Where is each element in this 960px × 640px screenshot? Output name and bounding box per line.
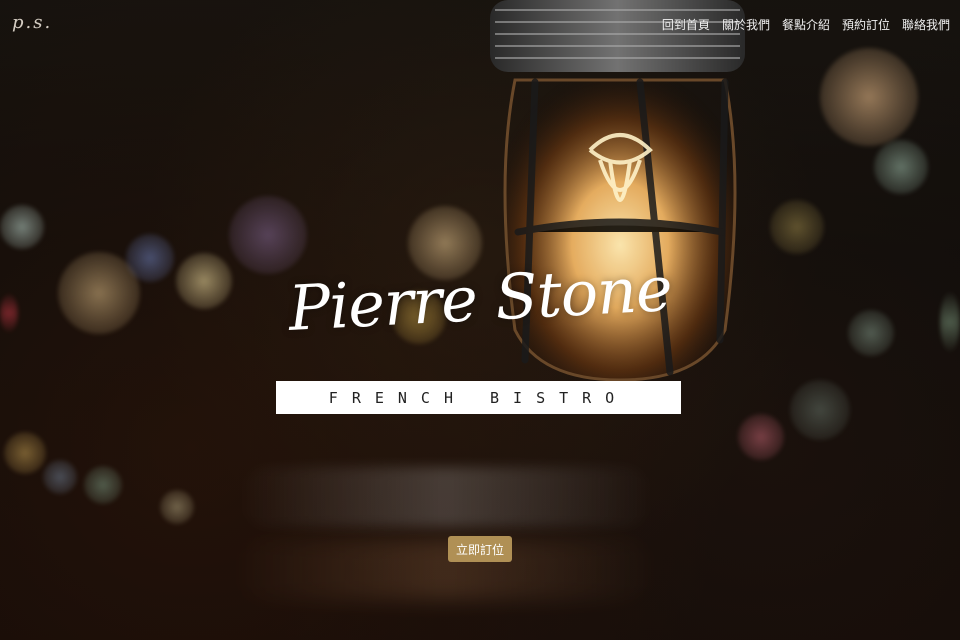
bokeh-light — [0, 205, 44, 249]
bokeh-light — [770, 200, 824, 254]
bokeh-light — [0, 294, 18, 332]
bokeh-light — [940, 292, 960, 352]
tagline-banner: FRENCH BISTRO — [276, 381, 681, 414]
bokeh-light — [126, 234, 174, 282]
bokeh-light — [230, 540, 660, 600]
hero-section: p.s. 回到首頁 關於我們 餐點介紹 預約訂位 聯絡我們 Pierre Sto… — [0, 0, 960, 640]
bokeh-light — [874, 140, 928, 194]
bokeh-light — [84, 466, 122, 504]
bokeh-light — [176, 253, 232, 309]
reserve-now-button[interactable]: 立即訂位 — [448, 536, 512, 562]
nav-reservation[interactable]: 預約訂位 — [842, 16, 890, 33]
bokeh-light — [4, 432, 46, 474]
nav-about[interactable]: 關於我們 — [722, 16, 770, 33]
nav-menu[interactable]: 餐點介紹 — [782, 16, 830, 33]
nav-home[interactable]: 回到首頁 — [662, 16, 710, 33]
bokeh-light — [848, 310, 894, 356]
bokeh-light — [820, 48, 918, 146]
brand-script-title: Pierre Stone — [286, 251, 674, 345]
bokeh-light — [236, 467, 656, 527]
nav-contact[interactable]: 聯絡我們 — [902, 16, 950, 33]
top-navigation: 回到首頁 關於我們 餐點介紹 預約訂位 聯絡我們 — [662, 16, 950, 33]
bokeh-light — [160, 490, 194, 524]
bokeh-light — [43, 460, 77, 494]
site-logo[interactable]: p.s. — [12, 12, 52, 33]
bokeh-light — [738, 414, 784, 460]
bokeh-light — [790, 380, 850, 440]
